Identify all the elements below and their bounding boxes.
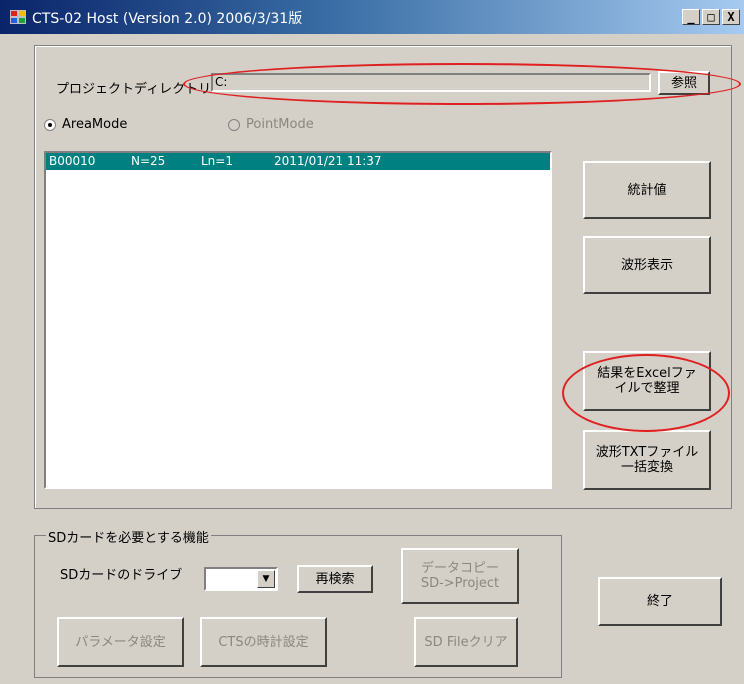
maximize-button[interactable]: □	[702, 9, 720, 25]
list-item-count: N=25	[131, 154, 166, 168]
cts-clock-settings-button[interactable]: CTSの時計設定	[200, 617, 327, 667]
waveform-display-button[interactable]: 波形表示	[583, 236, 711, 294]
sd-file-clear-button[interactable]: SD Fileクリア	[414, 617, 518, 667]
project-directory-field[interactable]: C:	[211, 73, 651, 92]
data-copy-line1: データコピー	[420, 561, 499, 576]
statistics-button[interactable]: 統計値	[583, 161, 711, 219]
data-copy-line2: SD->Project	[420, 576, 500, 591]
minimize-button[interactable]: _	[682, 9, 700, 25]
main-window: CTS-02 Host (Version 2.0) 2006/3/31版 _ □…	[0, 0, 744, 684]
txt-batch-line1: 波形TXTファイル	[595, 445, 699, 460]
list-item-line: Ln=1	[201, 154, 233, 168]
exit-button[interactable]: 終了	[598, 577, 722, 626]
point-mode-label[interactable]: PointMode	[246, 117, 314, 132]
data-copy-button[interactable]: データコピー SD->Project	[401, 548, 519, 604]
sd-card-group-title: SDカードを必要とする機能	[46, 527, 211, 546]
sd-drive-select[interactable]: ▼	[204, 567, 278, 591]
project-directory-label: プロジェクトディレクトリー	[56, 82, 225, 97]
txt-batch-convert-button[interactable]: 波形TXTファイル 一括変換	[583, 430, 711, 490]
list-item-id: B00010	[49, 154, 96, 168]
list-item-datetime: 2011/01/21 11:37	[274, 154, 382, 168]
close-button[interactable]: X	[722, 9, 740, 25]
list-item[interactable]: B00010 N=25 Ln=1 2011/01/21 11:37	[46, 153, 550, 170]
point-mode-radio[interactable]	[228, 119, 240, 131]
results-listbox[interactable]: B00010 N=25 Ln=1 2011/01/21 11:37	[44, 151, 552, 489]
chevron-down-icon[interactable]: ▼	[257, 570, 275, 588]
window-title: CTS-02 Host (Version 2.0) 2006/3/31版	[32, 11, 303, 27]
area-mode-radio[interactable]	[44, 119, 56, 131]
parameter-settings-button[interactable]: パラメータ設定	[57, 617, 184, 667]
sd-drive-label: SDカードのドライブ	[60, 568, 183, 583]
app-icon	[10, 10, 26, 24]
browse-button[interactable]: 参照	[658, 71, 710, 95]
excel-export-button[interactable]: 結果をExcelファ イルで整理	[583, 351, 711, 411]
txt-batch-line2: 一括変換	[620, 460, 673, 475]
excel-export-line2: イルで整理	[614, 381, 680, 396]
title-bar[interactable]: CTS-02 Host (Version 2.0) 2006/3/31版 _ □…	[0, 0, 744, 34]
area-mode-label[interactable]: AreaMode	[62, 117, 127, 132]
rescan-button[interactable]: 再検索	[297, 565, 373, 593]
excel-export-line1: 結果をExcelファ	[597, 366, 697, 381]
